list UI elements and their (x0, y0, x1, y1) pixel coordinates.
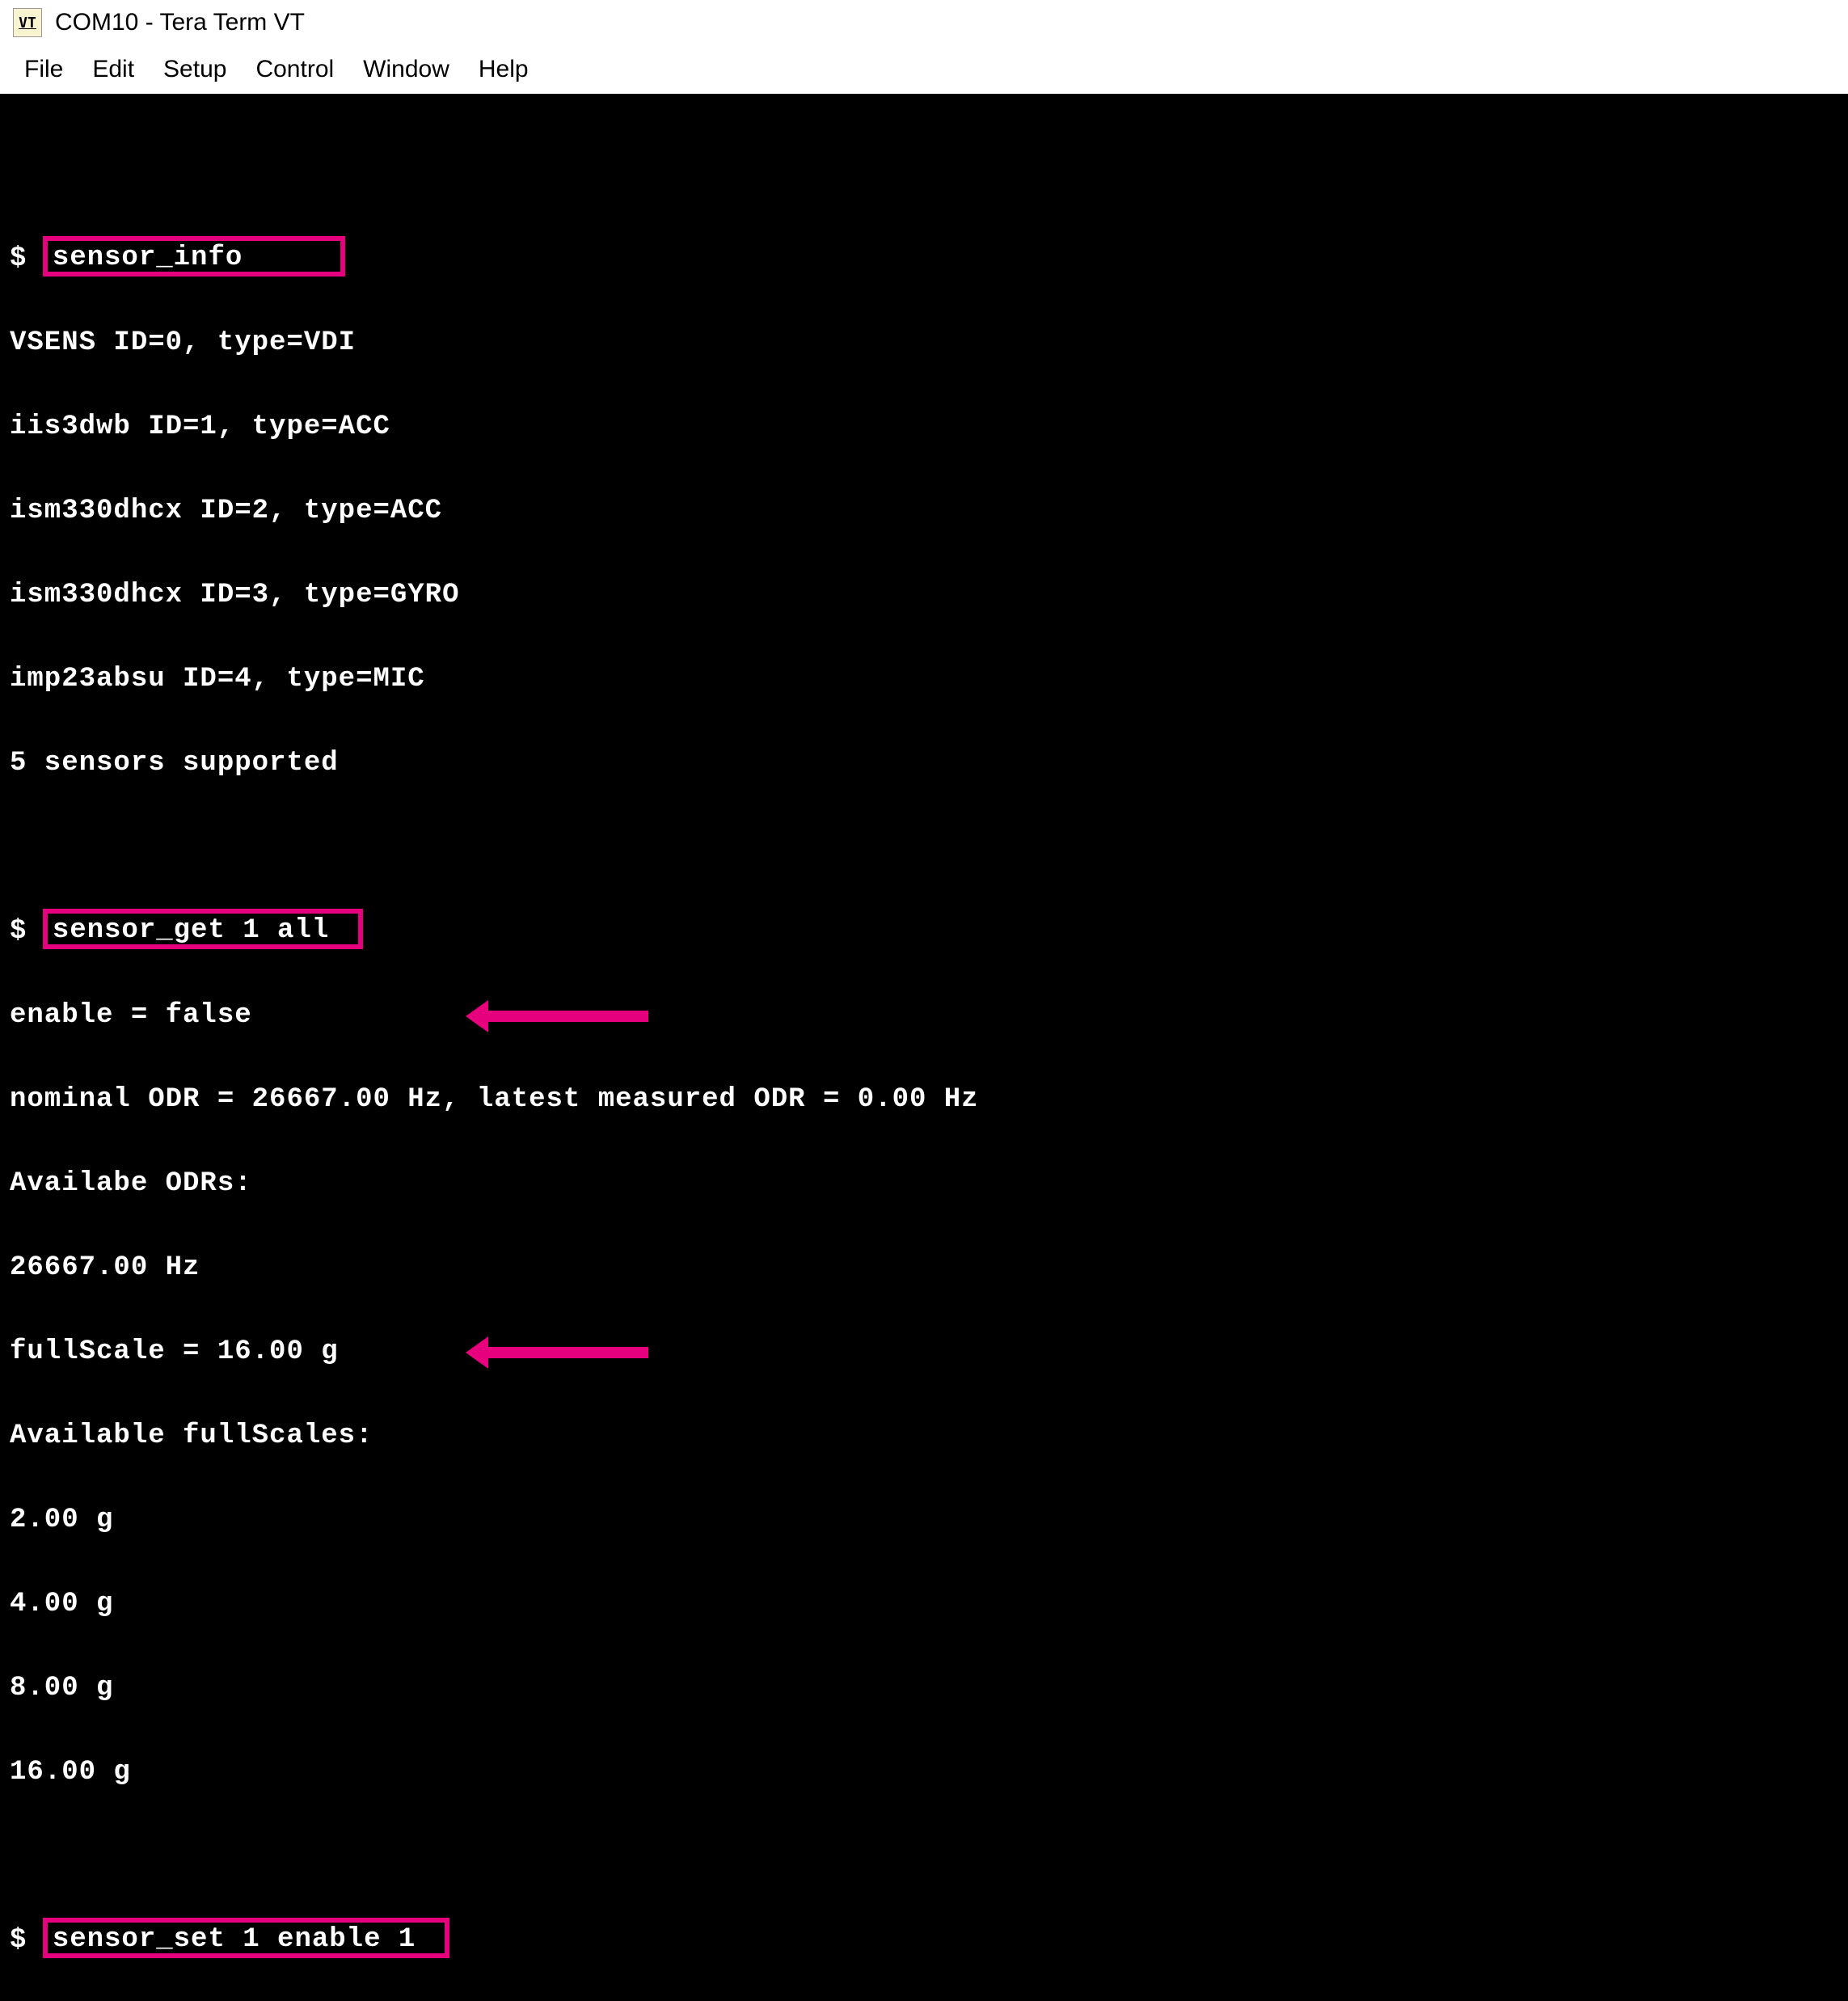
terminal-line (10, 826, 1838, 868)
terminal-line: 2.00 g (10, 1499, 1838, 1541)
terminal-line: 4.00 g (10, 1583, 1838, 1625)
command-text: sensor_set 1 enable 1 (53, 1924, 416, 1955)
prompt: $ (10, 916, 27, 947)
terminal-line: ism330dhcx ID=3, type=GYRO (10, 574, 1838, 616)
menu-edit[interactable]: Edit (92, 56, 134, 83)
terminal-line: 5 sensors supported (10, 742, 1838, 784)
terminal-line: $ sensor_get 1 all (10, 910, 1838, 952)
app-icon: VT (13, 8, 42, 37)
terminal-line: enable = false (10, 994, 1838, 1036)
menu-help[interactable]: Help (479, 56, 529, 83)
terminal-line: fullScale = 16.00 g (10, 1331, 1838, 1373)
terminal-line: Available fullScales: (10, 1415, 1838, 1457)
arrow-left-icon (487, 1011, 648, 1022)
terminal-line: ism330dhcx ID=2, type=ACC (10, 490, 1838, 532)
terminal-line: 16.00 g (10, 1751, 1838, 1793)
output-text: enable = false (10, 1000, 252, 1031)
menu-file[interactable]: File (24, 56, 63, 83)
title-bar: VT COM10 - Tera Term VT (0, 0, 1848, 45)
highlight-box: sensor_set 1 enable 1 (43, 1918, 449, 1958)
menu-window[interactable]: Window (363, 56, 449, 83)
terminal-line: $ sensor_info (10, 238, 1838, 280)
highlight-box: sensor_info (43, 236, 345, 277)
terminal-line: VSENS ID=0, type=VDI (10, 322, 1838, 364)
menu-setup[interactable]: Setup (163, 56, 226, 83)
terminal[interactable]: $ sensor_info VSENS ID=0, type=VDI iis3d… (0, 95, 1848, 2001)
terminal-line: $ sensor_set 1 enable 1 (10, 1919, 1838, 1961)
command-text: sensor_get 1 all (53, 915, 329, 946)
menu-control[interactable]: Control (255, 56, 334, 83)
prompt: $ (10, 243, 27, 274)
terminal-line: 26667.00 Hz (10, 1247, 1838, 1289)
terminal-line: imp23absu ID=4, type=MIC (10, 658, 1838, 700)
terminal-line: 8.00 g (10, 1667, 1838, 1709)
terminal-line (10, 1835, 1838, 1877)
arrow-left-icon (487, 1347, 648, 1358)
menu-bar: File Edit Setup Control Window Help (0, 45, 1848, 95)
window-title: COM10 - Tera Term VT (55, 9, 305, 36)
terminal-line: nominal ODR = 26667.00 Hz, latest measur… (10, 1079, 1838, 1121)
terminal-line: iis3dwb ID=1, type=ACC (10, 406, 1838, 448)
prompt: $ (10, 1925, 27, 1956)
command-text: sensor_info (53, 243, 243, 273)
highlight-box: sensor_get 1 all (43, 909, 363, 949)
terminal-line: Availabe ODRs: (10, 1163, 1838, 1205)
terminal-line (10, 154, 1838, 196)
output-text: fullScale = 16.00 g (10, 1336, 339, 1367)
